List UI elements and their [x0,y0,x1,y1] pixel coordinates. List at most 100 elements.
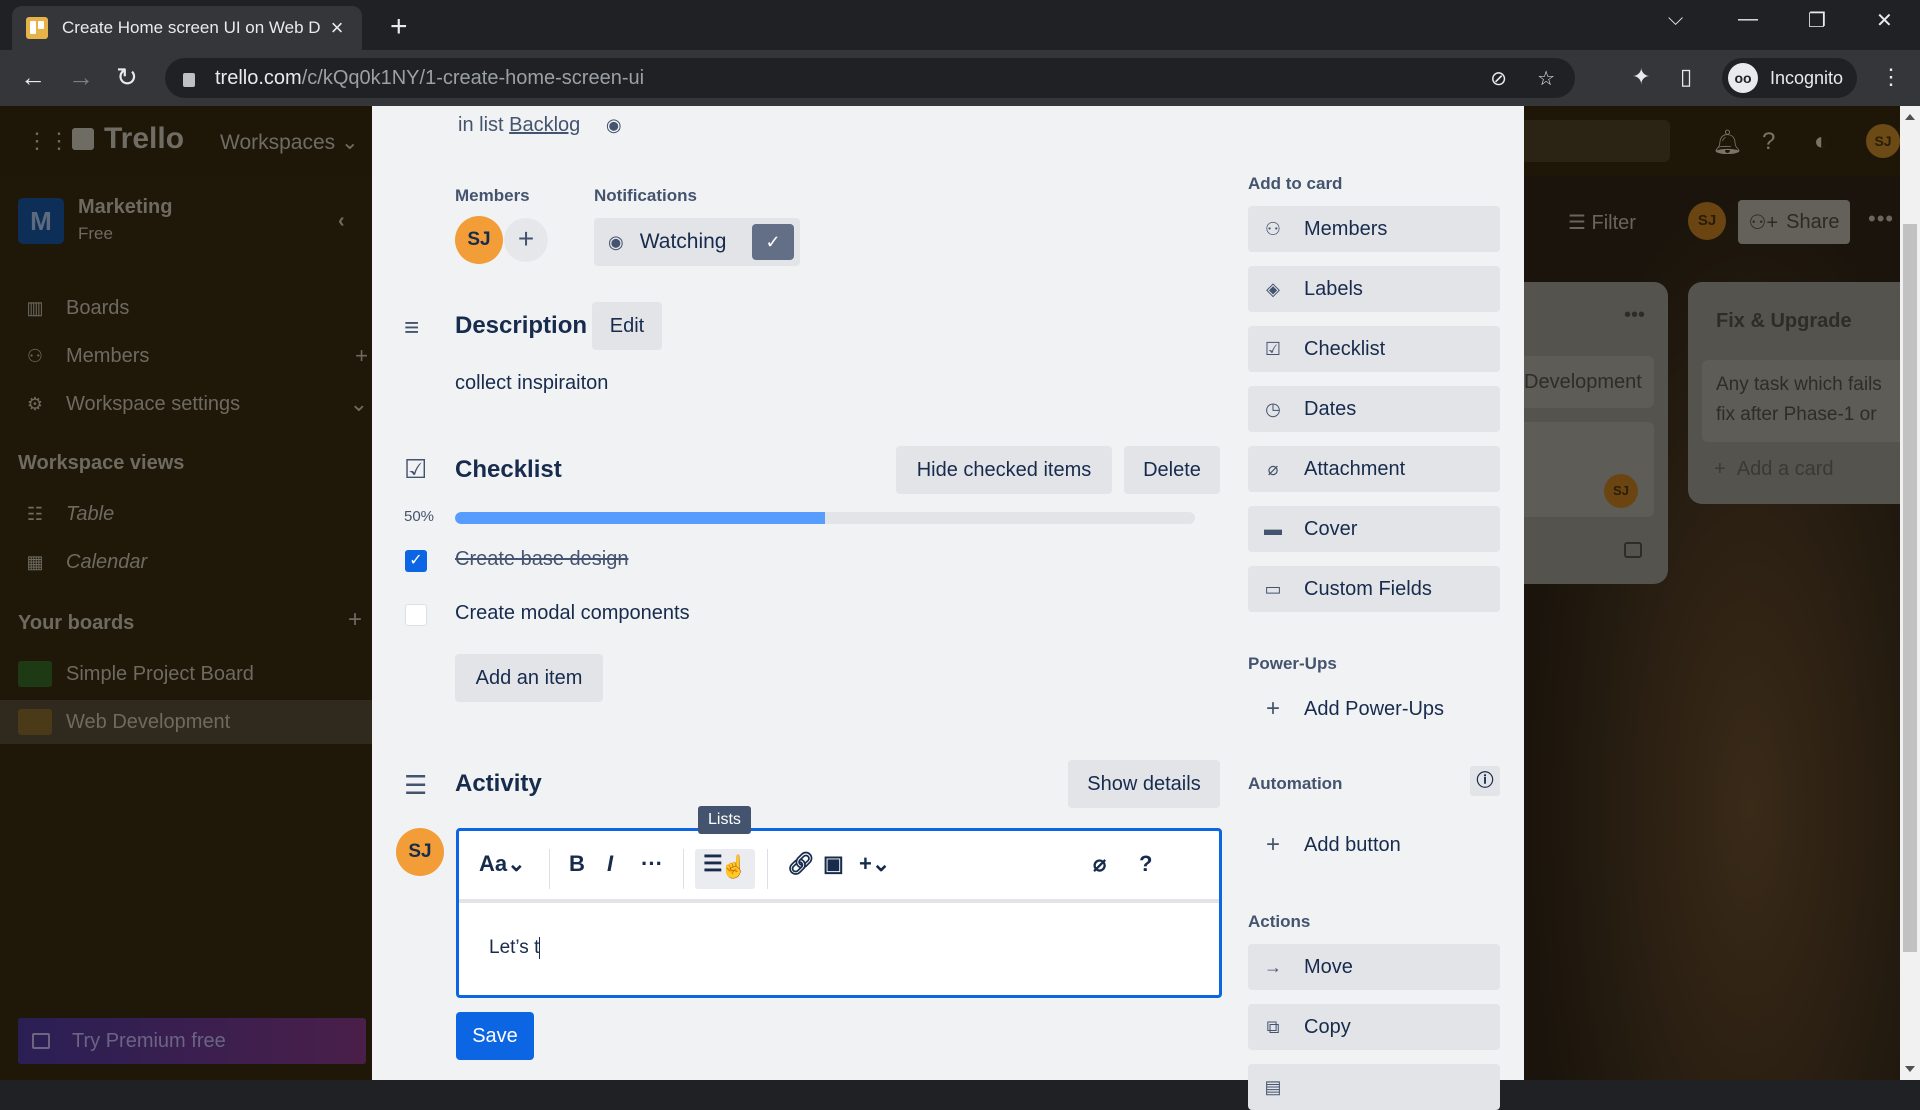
sidebar-item-calendar[interactable]: ▦ Calendar [0,540,372,584]
add-members-button[interactable]: ⚇ Members [1248,206,1500,252]
create-board-icon[interactable]: + [348,606,362,634]
restore-icon[interactable]: ❐ [1808,8,1826,33]
sidebar-item-members[interactable]: ⚇ Members + [0,334,372,378]
person-icon: ⚇ [1264,218,1282,239]
search-input[interactable] [1500,120,1670,162]
checklist-item-text[interactable]: Create base design [455,548,628,571]
profile-label: Incognito [1770,67,1844,88]
text-style-dropdown[interactable]: Aa⌄ [479,851,526,877]
tab-search-icon[interactable]: ⌵ [1668,8,1683,31]
page-scrollbar[interactable] [1900,106,1920,1080]
copy-icon: ⧉ [1266,1016,1280,1037]
automation-info-icon[interactable]: ⓘ [1470,766,1500,796]
board-member-avatar[interactable]: SJ [1688,202,1726,240]
show-details-button[interactable]: Show details [1068,760,1220,808]
labels-button[interactable]: ◈ Labels [1248,266,1500,312]
add-member-button[interactable]: + [504,218,548,262]
sidebar-item-table[interactable]: ☷ Table [0,492,372,536]
close-window-icon[interactable]: ✕ [1876,8,1893,33]
link-icon[interactable]: 🔗︎ [787,851,815,877]
cover-icon: ▬ [1264,518,1282,539]
scrollbar-thumb[interactable] [1903,224,1917,952]
workspaces-menu[interactable]: Workspaces ⌄ [220,130,359,155]
italic-icon[interactable]: I [607,851,613,877]
move-card-button[interactable]: → Move [1248,944,1500,990]
board-card[interactable]: Development [1524,356,1654,408]
premium-icon [32,1033,50,1049]
tracking-blocked-icon[interactable]: ⊘ [1490,66,1507,91]
sidebar-item-boards[interactable]: ▥ Boards [0,286,372,330]
add-member-icon[interactable]: + [355,343,368,369]
add-checklist-item-button[interactable]: Add an item [455,654,603,702]
image-icon[interactable]: ▣ [823,851,844,877]
extensions-icon[interactable]: ✦ [1632,64,1650,90]
delete-checklist-button[interactable]: Delete [1124,446,1220,494]
account-avatar[interactable]: SJ [1866,124,1900,158]
browser-tab[interactable]: Create Home screen UI on Web D × [12,6,362,50]
list-title[interactable]: Fix & Upgrade [1716,310,1852,333]
comment-editor[interactable]: Aa⌄ B I ··· ☰⌄ 🔗︎ ▣ +⌄ ⌀ ? Let’s t [456,828,1222,998]
cover-button[interactable]: ▬ Cover [1248,506,1500,552]
plus-icon: + [1265,695,1280,722]
more-formatting-icon[interactable]: ··· [641,851,663,877]
board-menu-icon[interactable]: ••• [1868,206,1894,232]
browser-menu-icon[interactable]: ⋮ [1880,64,1902,90]
insert-plus-icon[interactable]: +⌄ [859,851,890,877]
new-tab-button[interactable]: + [390,10,408,44]
board-card[interactable]: Any task which fails fix after Phase-1 o… [1702,360,1900,442]
help-icon[interactable]: ? [1139,851,1152,877]
copy-card-button[interactable]: ⧉ Copy [1248,1004,1500,1050]
comment-input[interactable]: Let’s t [489,937,541,959]
add-automation-button[interactable]: + Add button [1248,822,1401,868]
theme-icon[interactable]: ◐ [1814,128,1829,156]
checklist-item-checkbox[interactable] [405,604,427,626]
share-button[interactable]: ⚇+ Share [1738,200,1850,244]
edit-description-button[interactable]: Edit [592,302,662,350]
list-link[interactable]: Backlog [509,114,580,136]
card-template-icon[interactable] [1624,542,1642,558]
commenter-avatar: SJ [396,828,444,876]
custom-fields-button[interactable]: ▭ Custom Fields [1248,566,1500,612]
checklist-button[interactable]: ☑ Checklist [1248,326,1500,372]
reload-icon[interactable]: ↻ [116,62,138,93]
minimize-icon[interactable]: — [1738,8,1758,31]
address-bar[interactable]: trello.com/c/kQq0k1NY/1-create-home-scre… [165,58,1575,98]
member-avatar[interactable]: SJ [455,216,503,264]
sidebar-item-workspace-settings[interactable]: ⚙ Workspace settings ⌄ [0,382,372,426]
add-power-ups-button[interactable]: + Add Power-Ups [1248,686,1444,732]
description-text[interactable]: collect inspiraiton [455,372,608,395]
dates-button[interactable]: ◷ Dates [1248,386,1500,432]
side-panel-icon[interactable]: ▯ [1680,64,1692,90]
collapse-sidebar-icon[interactable]: ‹ [338,210,345,233]
calendar-icon: ▦ [26,551,44,572]
help-icon[interactable]: ? [1762,128,1775,156]
attachment-button[interactable]: ⌀ Attachment [1248,446,1500,492]
checklist-item-checkbox[interactable]: ✓ [405,550,427,572]
watching-check-icon[interactable]: ✓ [752,224,794,260]
checklist-item-text[interactable]: Create modal components [455,602,690,625]
make-template-button[interactable]: ▤ [1248,1064,1500,1110]
back-icon[interactable]: ← [20,62,46,93]
scroll-down-icon[interactable] [1905,1066,1915,1072]
attachment-icon[interactable]: ⌀ [1093,851,1106,877]
incognito-profile-button[interactable]: oo Incognito [1722,58,1858,98]
list-menu-icon[interactable]: ••• [1624,304,1645,327]
try-premium-button[interactable]: Try Premium free [18,1018,366,1064]
save-comment-button[interactable]: Save [456,1012,534,1060]
sidebar-board-simple-project-board[interactable]: Simple Project Board [0,652,372,696]
bookmark-star-icon[interactable]: ☆ [1537,66,1555,91]
add-card-button[interactable]: + Add a card [1714,458,1834,481]
forward-icon[interactable]: → [68,62,94,93]
sidebar-board-web-development[interactable]: Web Development [0,700,372,744]
notifications-bell-icon[interactable]: 🔔︎ [1712,128,1742,157]
scroll-up-icon[interactable] [1905,114,1915,120]
board-card[interactable]: SJ [1524,422,1654,517]
hide-checked-items-button[interactable]: Hide checked items [896,446,1112,494]
filter-button[interactable]: ☰ Filter [1568,210,1636,235]
board-list-fix-upgrade: Fix & Upgrade Any task which fails fix a… [1688,282,1900,504]
checklist-title[interactable]: Checklist [455,456,562,484]
url-host: trello.com [215,66,302,89]
tab-close-icon[interactable]: × [326,15,348,41]
bold-icon[interactable]: B [569,851,585,877]
trello-logo[interactable]: Trello [72,122,184,156]
